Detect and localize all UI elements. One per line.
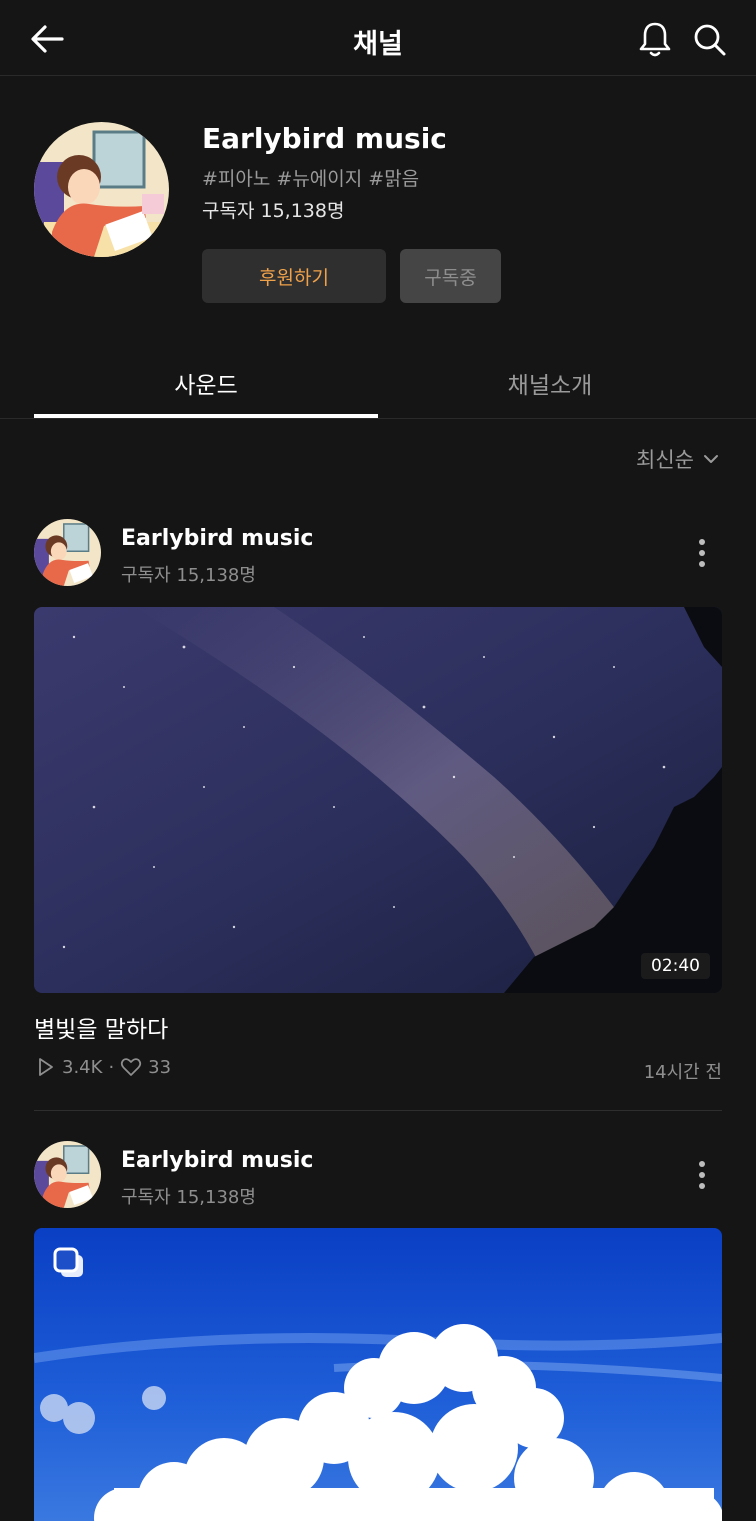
tab-bar: 사운드 채널소개 bbox=[0, 356, 756, 419]
play-icon bbox=[39, 1058, 53, 1076]
channel-subscriber-count: 구독자 15,138명 bbox=[202, 200, 345, 222]
subscribed-button[interactable]: 구독중 bbox=[400, 249, 501, 303]
post-title[interactable]: 별빛을 말하다 bbox=[34, 1010, 168, 1044]
post-divider bbox=[34, 1110, 722, 1111]
tab-channel-intro[interactable]: 채널소개 bbox=[378, 366, 722, 400]
tab-sound[interactable]: 사운드 bbox=[34, 366, 378, 400]
top-bar: 채널 bbox=[0, 0, 756, 76]
post-author-name[interactable]: Earlybird music bbox=[121, 526, 313, 551]
post-stats: 3.4K · 33 bbox=[34, 1056, 171, 1078]
post-author-subscribers: 구독자 15,138명 bbox=[121, 1187, 256, 1208]
like-count: 33 bbox=[148, 1056, 172, 1078]
stats-separator: · bbox=[108, 1056, 115, 1078]
post-thumbnail[interactable] bbox=[34, 1228, 722, 1521]
channel-tags: #피아노 #뉴에이지 #맑음 bbox=[202, 168, 420, 190]
channel-name: Earlybird music bbox=[202, 122, 447, 155]
post-author-name[interactable]: Earlybird music bbox=[121, 1148, 313, 1173]
post-thumbnail[interactable]: 02:40 bbox=[34, 607, 722, 993]
post-time: 14시간 전 bbox=[643, 1062, 722, 1083]
heart-icon[interactable] bbox=[120, 1056, 142, 1078]
post-author-avatar[interactable] bbox=[34, 1141, 101, 1208]
more-vertical-icon[interactable] bbox=[690, 1157, 714, 1193]
channel-avatar[interactable] bbox=[34, 122, 169, 257]
post-author-subscribers: 구독자 15,138명 bbox=[121, 565, 256, 586]
tab-active-indicator bbox=[34, 414, 378, 418]
play-count: 3.4K bbox=[62, 1056, 103, 1078]
sort-dropdown[interactable]: 최신순 bbox=[636, 444, 720, 474]
bell-icon[interactable] bbox=[636, 20, 674, 58]
post-author-avatar[interactable] bbox=[34, 519, 101, 586]
multi-image-icon bbox=[53, 1247, 83, 1277]
chevron-down-icon bbox=[704, 455, 718, 463]
search-icon[interactable] bbox=[690, 20, 728, 58]
sort-label: 최신순 bbox=[636, 448, 694, 472]
support-button[interactable]: 후원하기 bbox=[202, 249, 386, 303]
more-vertical-icon[interactable] bbox=[690, 535, 714, 571]
duration-badge: 02:40 bbox=[641, 953, 710, 979]
